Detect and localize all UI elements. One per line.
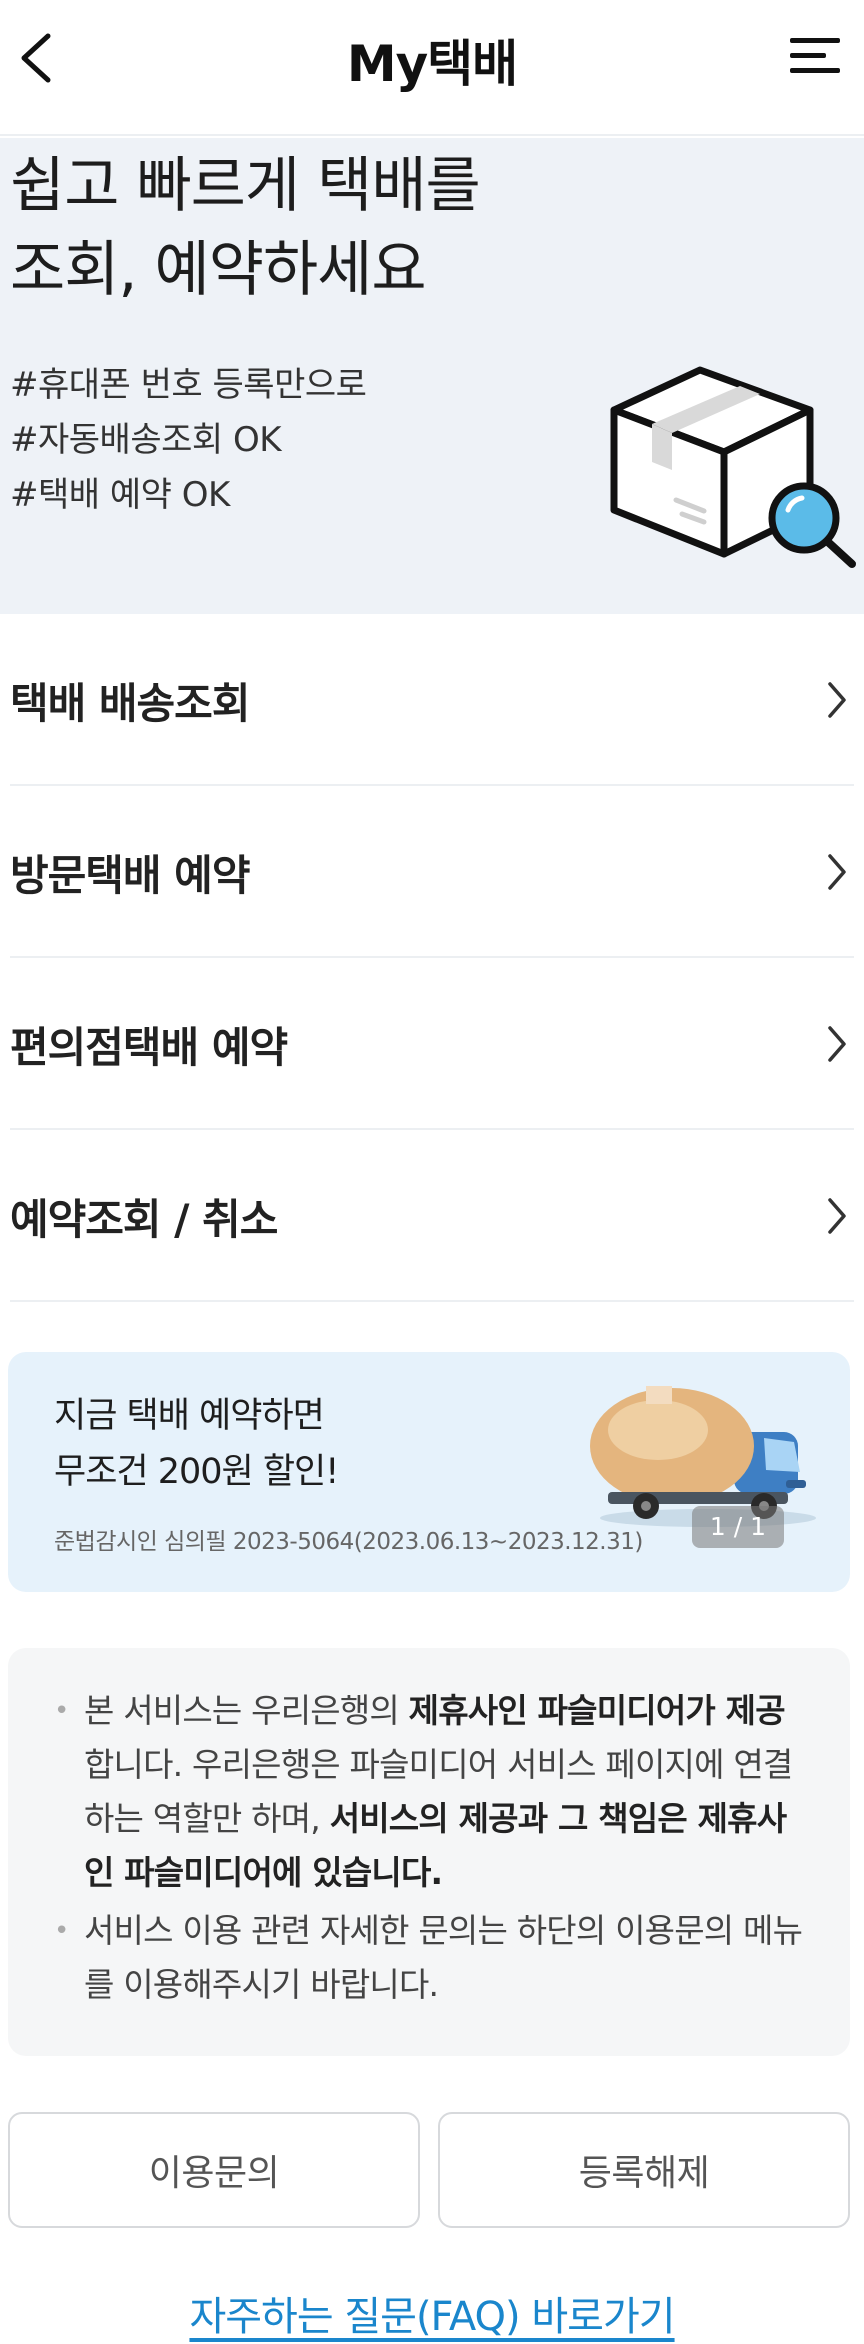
menu-item-label: 방문택배 예약	[10, 851, 250, 900]
notice-item: 본 서비스는 우리은행의 제휴사인 파슬미디어가 제공합니다. 우리은행은 파슬…	[52, 1684, 812, 1900]
promo-pager: 1 / 1	[692, 1506, 784, 1548]
promo-line2: 무조건 200원 할인!	[54, 1452, 339, 1492]
promo-compliance-note: 준법감시인 심의필 2023-5064(2023.06.13~2023.12.3…	[54, 1529, 643, 1555]
notice-item: 서비스 이용 관련 자세한 문의는 하단의 이용문의 메뉴를 이용해주시기 바랍…	[52, 1904, 812, 2012]
package-search-icon	[610, 366, 856, 568]
service-menu-list: 택배 배송조회 방문택배 예약 편의점택배 예약 예약조회 / 취소	[0, 614, 864, 1302]
chevron-right-icon	[828, 854, 846, 890]
hero-headline-line2: 조회, 예약하세요	[10, 235, 427, 305]
menu-item-label: 편의점택배 예약	[10, 1023, 288, 1072]
promo-banner[interactable]: 지금 택배 예약하면 무조건 200원 할인! 준법감시인 심의필 2023-5…	[8, 1352, 850, 1592]
chevron-right-icon	[828, 1026, 846, 1062]
chevron-right-icon	[828, 1198, 846, 1234]
notice-list: 본 서비스는 우리은행의 제휴사인 파슬미디어가 제공합니다. 우리은행은 파슬…	[52, 1684, 812, 2016]
hero-headline: 쉽고 빠르게 택배를 조회, 예약하세요	[10, 144, 481, 312]
menu-item-reservation-lookup[interactable]: 예약조회 / 취소	[10, 1130, 854, 1302]
hero-tag: #자동배송조회 OK	[10, 420, 282, 460]
hero-tag: #택배 예약 OK	[10, 475, 230, 515]
notice-text: 본 서비스는 우리은행의	[84, 1691, 409, 1730]
menu-item-label: 택배 배송조회	[10, 679, 250, 728]
hamburger-menu-icon[interactable]	[788, 34, 842, 78]
inquiry-button[interactable]: 이용문의	[8, 2112, 420, 2228]
top-bar: My택배	[0, 0, 864, 136]
menu-item-convenience-reservation[interactable]: 편의점택배 예약	[10, 958, 854, 1130]
hero-tags: #휴대폰 번호 등록만으로 #자동배송조회 OK #택배 예약 OK	[10, 358, 367, 523]
promo-line1: 지금 택배 예약하면	[54, 1396, 325, 1436]
notice-emphasis: 제휴사인 파슬미디어가 제공	[408, 1691, 786, 1730]
hero-tag: #휴대폰 번호 등록만으로	[10, 365, 367, 405]
page-title: My택배	[346, 35, 518, 93]
service-notice: 본 서비스는 우리은행의 제휴사인 파슬미디어가 제공합니다. 우리은행은 파슬…	[8, 1648, 850, 2056]
hero-headline-line1: 쉽고 빠르게 택배를	[10, 151, 481, 221]
promo-text: 지금 택배 예약하면 무조건 200원 할인!	[54, 1388, 339, 1500]
hero-banner: 쉽고 빠르게 택배를 조회, 예약하세요 #휴대폰 번호 등록만으로 #자동배송…	[0, 138, 864, 614]
faq-link[interactable]: 자주하는 질문(FAQ) 바로가기	[0, 2284, 864, 2342]
unregister-button[interactable]: 등록해제	[438, 2112, 850, 2228]
menu-item-visit-reservation[interactable]: 방문택배 예약	[10, 786, 854, 958]
menu-item-label: 예약조회 / 취소	[10, 1195, 278, 1244]
chevron-right-icon	[828, 682, 846, 718]
action-buttons: 이용문의 등록해제	[8, 2112, 850, 2228]
menu-item-tracking[interactable]: 택배 배송조회	[10, 614, 854, 786]
